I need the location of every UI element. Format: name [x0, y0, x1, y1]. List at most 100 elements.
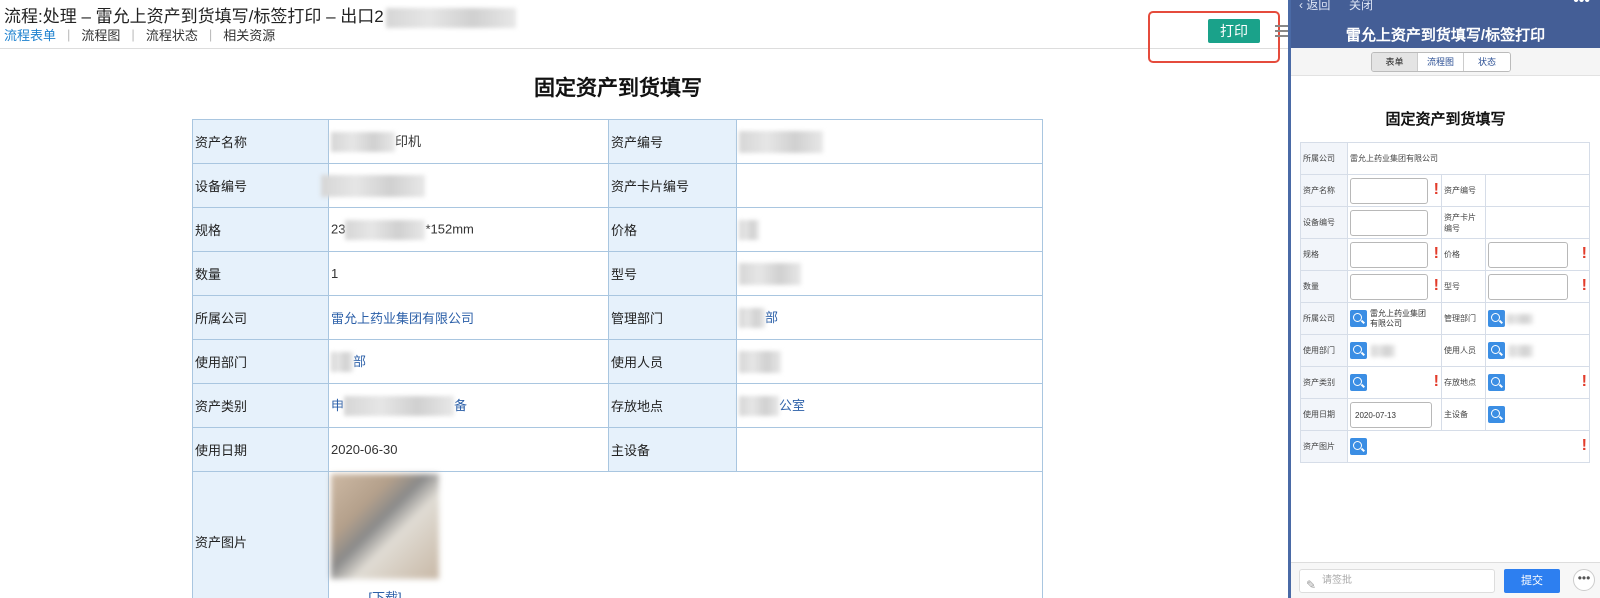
search-icon[interactable]: [1488, 310, 1505, 327]
price-value: [736, 207, 1043, 252]
mobile-header: ‹ 返回 关闭 ••• 雷允上资产到货填写/标签打印: [1291, 0, 1600, 48]
m-price-label: 价格: [1441, 238, 1486, 271]
asset-name-value: 印机: [328, 119, 609, 164]
search-icon[interactable]: [1350, 374, 1367, 391]
segment-form[interactable]: 表单: [1372, 53, 1418, 71]
m-card-no-value: [1485, 206, 1590, 239]
tab-flow-form[interactable]: 流程表单: [4, 25, 56, 44]
tab-flow-status[interactable]: 流程状态: [146, 25, 198, 44]
asset-no-label: 资产编号: [608, 119, 737, 164]
required-icon: !: [1433, 277, 1439, 294]
pencil-icon: ✎: [1306, 578, 1317, 592]
search-icon[interactable]: [1350, 438, 1367, 455]
required-icon: !: [1581, 245, 1587, 262]
main-device-label: 主设备: [608, 427, 737, 472]
redacted-text: [1509, 344, 1533, 357]
table-row: 资产名称 印机 资产编号: [192, 119, 1043, 164]
segment-bar: 表单 流程图 状态: [1291, 48, 1600, 76]
category-label: 资产类别: [192, 383, 329, 428]
m-use-dept-label: 使用部门: [1300, 334, 1348, 367]
m-company-row-value: 雷允上药业集团有限公司: [1347, 142, 1590, 175]
redacted-text: [1507, 313, 1533, 324]
manage-dept-value[interactable]: 部: [736, 295, 1043, 340]
m-company-value: 雷允上药业集团有限公司: [1370, 308, 1426, 328]
main-device-value: [736, 427, 1043, 472]
more-icon[interactable]: •••: [1573, 0, 1590, 10]
table-row: 所属公司 雷允上药业集团有限公司 管理部门: [1300, 302, 1590, 335]
table-row: 设备编号 资产卡片编号: [192, 163, 1043, 208]
table-row: 规格 23 *152mm 价格: [192, 207, 1043, 252]
mobile-title: 雷允上资产到货填写/标签打印: [1345, 27, 1546, 44]
search-icon[interactable]: [1350, 342, 1367, 359]
search-icon[interactable]: [1488, 406, 1505, 423]
download-link[interactable]: [下载]: [331, 587, 439, 598]
redacted-text: [739, 308, 765, 329]
more-options-icon[interactable]: •••: [1573, 569, 1595, 591]
submit-button[interactable]: 提交: [1504, 569, 1560, 593]
mobile-pane: ‹ 返回 关闭 ••• 雷允上资产到货填写/标签打印 表单 流程图 状态 固定资…: [1288, 0, 1600, 598]
m-user-label: 使用人员: [1441, 334, 1486, 367]
table-row: 所属公司 雷允上药业集团有限公司 管理部门 部: [192, 295, 1043, 340]
required-icon: !: [1581, 437, 1587, 454]
m-dept-label: 管理部门: [1441, 302, 1486, 335]
m-qty-input[interactable]: [1350, 273, 1428, 300]
redacted-text: [739, 130, 823, 153]
table-row: 资产名称 ! 资产编号: [1300, 174, 1590, 207]
table-row: 数量 ! 型号 !: [1300, 270, 1590, 303]
m-model-label: 型号: [1441, 270, 1486, 303]
m-model-input[interactable]: [1488, 273, 1568, 300]
comment-input[interactable]: ✎ 请签批: [1299, 569, 1495, 593]
tab-separator: |: [67, 27, 71, 42]
asset-no-value: [736, 119, 1043, 164]
device-no-label: 设备编号: [192, 163, 329, 208]
segment-control: 表单 流程图 状态: [1371, 52, 1511, 72]
qty-value: 1: [328, 251, 609, 296]
table-row: 使用日期 2020-06-30 主设备: [192, 427, 1043, 472]
redacted-text: [321, 174, 425, 197]
asset-name-label: 资产名称: [192, 119, 329, 164]
segment-status[interactable]: 状态: [1464, 53, 1510, 71]
print-button[interactable]: 打印: [1208, 19, 1260, 43]
price-label: 价格: [608, 207, 737, 252]
m-main-device-label: 主设备: [1441, 398, 1486, 431]
m-asset-name-input[interactable]: [1350, 177, 1428, 204]
search-icon[interactable]: [1350, 310, 1367, 327]
m-asset-no-value: [1485, 174, 1590, 207]
tab-related-resources[interactable]: 相关资源: [223, 25, 275, 44]
tab-separator: |: [131, 27, 135, 42]
table-row: 数量 1 型号: [192, 251, 1043, 296]
required-icon: !: [1433, 181, 1439, 198]
table-row: 使用部门 使用人员: [1300, 334, 1590, 367]
company-value[interactable]: 雷允上药业集团有限公司: [328, 295, 609, 340]
table-row: 资产图片 !: [1300, 430, 1590, 463]
redacted-text: [739, 219, 759, 240]
tab-flow-chart[interactable]: 流程图: [81, 25, 120, 44]
asset-image-label: 资产图片: [192, 471, 329, 598]
search-icon[interactable]: [1488, 374, 1505, 391]
required-icon: !: [1433, 373, 1439, 390]
table-row: 资产类别 申备 存放地点 公室: [192, 383, 1043, 428]
redacted-text: [739, 262, 801, 285]
close-button[interactable]: 关闭: [1349, 0, 1373, 13]
m-use-date-input[interactable]: 2020-07-13: [1350, 401, 1432, 428]
segment-flow-chart[interactable]: 流程图: [1418, 53, 1464, 71]
search-icon[interactable]: [1488, 342, 1505, 359]
m-price-input[interactable]: [1488, 241, 1568, 268]
redacted-text: [331, 352, 353, 373]
location-value[interactable]: 公室: [736, 383, 1043, 428]
asset-photo[interactable]: [331, 474, 439, 579]
m-spec-input[interactable]: [1350, 241, 1428, 268]
menu-icon[interactable]: [1275, 25, 1288, 39]
category-value[interactable]: 申备: [328, 383, 609, 428]
table-row: 所属公司 雷允上药业集团有限公司: [1300, 142, 1590, 175]
required-icon: !: [1581, 373, 1587, 390]
page-title: 流程:处理 – 雷允上资产到货填写/标签打印 – 出口2: [4, 2, 516, 28]
mobile-form-table: 所属公司 雷允上药业集团有限公司 资产名称 ! 资产编号 设备编号 资产卡片编号…: [1300, 142, 1590, 463]
use-dept-value[interactable]: 部: [328, 339, 609, 384]
m-use-date-label: 使用日期: [1300, 398, 1348, 431]
spec-label: 规格: [192, 207, 329, 252]
required-icon: !: [1433, 245, 1439, 262]
m-company-row-label: 所属公司: [1300, 142, 1348, 175]
back-button[interactable]: ‹ 返回: [1299, 0, 1330, 13]
m-device-no-input[interactable]: [1350, 209, 1428, 236]
